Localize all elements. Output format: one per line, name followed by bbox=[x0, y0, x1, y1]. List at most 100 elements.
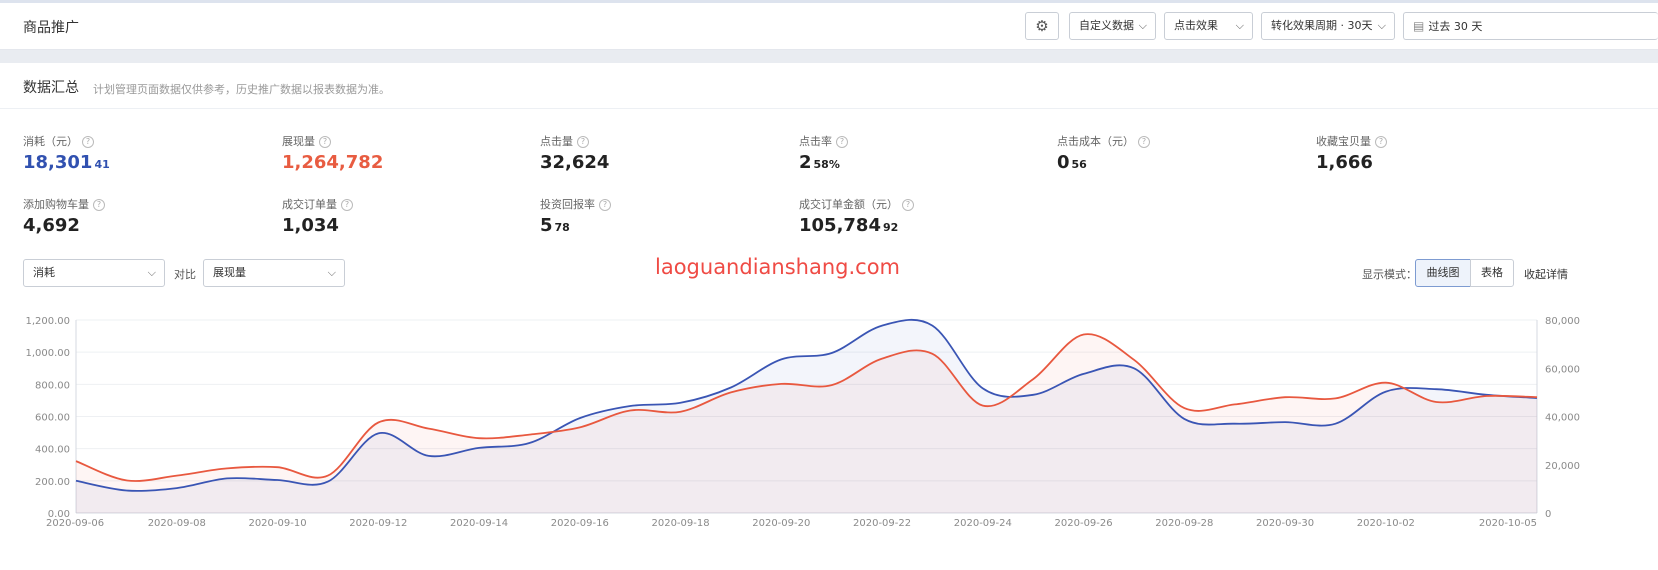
help-icon[interactable]: ? bbox=[341, 199, 353, 211]
metric-card: 消耗（元）? 18,301 41 bbox=[23, 133, 110, 173]
metric-label: 点击成本（元）? bbox=[1057, 133, 1150, 149]
mode-table-button[interactable]: 表格 bbox=[1470, 259, 1514, 287]
y-left-tick-label: 800.00 bbox=[35, 380, 70, 391]
metric-label-text: 展现量 bbox=[282, 135, 315, 148]
trend-chart: 0.00200.00400.00600.00800.001,000.001,20… bbox=[25, 316, 1580, 529]
conversion-cycle-dropdown[interactable]: 转化效果周期 · 30天 ⌵ bbox=[1261, 12, 1395, 40]
metric-value: 5 78 bbox=[540, 215, 611, 236]
help-icon[interactable]: ? bbox=[836, 136, 848, 148]
metric-value: 1,034 bbox=[282, 215, 353, 236]
x-tick-label: 2020-09-08 bbox=[148, 518, 206, 529]
x-tick-label: 2020-10-05 bbox=[1479, 518, 1537, 529]
primary-metric-label: 消耗 bbox=[33, 266, 55, 279]
help-icon[interactable]: ? bbox=[599, 199, 611, 211]
y-right-tick-label: 40,000 bbox=[1545, 413, 1580, 424]
y-left-tick-label: 400.00 bbox=[35, 445, 70, 456]
y-left-tick-label: 1,200.00 bbox=[25, 316, 70, 327]
metric-label: 点击量? bbox=[540, 133, 611, 149]
y-right-tick-label: 20,000 bbox=[1545, 461, 1580, 472]
x-tick-label: 2020-09-30 bbox=[1256, 518, 1314, 529]
display-mode-label: 显示模式： bbox=[1362, 268, 1417, 281]
compare-label: 对比 bbox=[174, 268, 196, 281]
help-icon[interactable]: ? bbox=[82, 136, 94, 148]
x-tick-label: 2020-09-28 bbox=[1155, 518, 1213, 529]
metric-label-text: 点击量 bbox=[540, 135, 573, 148]
x-tick-label: 2020-09-06 bbox=[46, 518, 104, 529]
date-range-picker[interactable]: ▤ 过去 30 天 bbox=[1403, 12, 1658, 40]
metric-label-text: 成交订单金额（元） bbox=[799, 198, 898, 211]
metric-value-int: 2 bbox=[799, 152, 812, 173]
help-icon[interactable]: ? bbox=[93, 199, 105, 211]
primary-metric-select[interactable]: 消耗 ⌵ bbox=[23, 259, 165, 287]
x-tick-label: 2020-09-24 bbox=[954, 518, 1012, 529]
custom-data-label: 自定义数据 bbox=[1079, 19, 1134, 32]
x-tick-label: 2020-09-16 bbox=[551, 518, 609, 529]
click-effect-dropdown[interactable]: 点击效果 ⌵ bbox=[1164, 12, 1253, 40]
custom-data-dropdown[interactable]: 自定义数据 ⌵ bbox=[1069, 12, 1156, 40]
data-summary-panel: 数据汇总 计划管理页面数据仅供参考，历史推广数据以报表数据为准。 消耗（元）? 1… bbox=[0, 63, 1658, 570]
metric-value-int: 0 bbox=[1057, 152, 1070, 173]
chevron-down-icon: ⌵ bbox=[1377, 19, 1386, 32]
metric-label-text: 收藏宝贝量 bbox=[1316, 135, 1371, 148]
x-tick-label: 2020-09-14 bbox=[450, 518, 508, 529]
conversion-cycle-label: 转化效果周期 · 30天 bbox=[1271, 19, 1373, 32]
metric-label-text: 成交订单量 bbox=[282, 198, 337, 211]
metric-card: 收藏宝贝量? 1,666 bbox=[1316, 133, 1387, 173]
metric-card: 添加购物车量? 4,692 bbox=[23, 196, 105, 236]
metric-value: 1,666 bbox=[1316, 152, 1387, 173]
metric-label: 展现量? bbox=[282, 133, 385, 149]
gear-icon: ⚙ bbox=[1035, 17, 1049, 35]
chevron-down-icon: ⌵ bbox=[1138, 19, 1147, 32]
divider bbox=[0, 108, 1658, 109]
y-left-tick-label: 200.00 bbox=[35, 477, 70, 488]
x-tick-label: 2020-09-20 bbox=[752, 518, 810, 529]
metric-value-dec: 92 bbox=[882, 221, 899, 234]
metric-value-int: 1,034 bbox=[282, 215, 339, 236]
summary-title: 数据汇总 bbox=[23, 80, 79, 96]
mode-curve-button[interactable]: 曲线图 bbox=[1415, 259, 1471, 287]
metric-card: 成交订单量? 1,034 bbox=[282, 196, 353, 236]
metric-card: 点击率? 2 58% bbox=[799, 133, 848, 173]
chevron-down-icon: ⌵ bbox=[147, 266, 156, 279]
metric-value: 0 56 bbox=[1057, 152, 1150, 173]
metric-value-int: 1,666 bbox=[1316, 152, 1373, 173]
help-icon[interactable]: ? bbox=[902, 199, 914, 211]
x-tick-label: 2020-09-10 bbox=[248, 518, 306, 529]
metric-value: 4,692 bbox=[23, 215, 105, 236]
click-effect-label: 点击效果 bbox=[1174, 19, 1218, 32]
settings-button[interactable]: ⚙ bbox=[1025, 12, 1059, 40]
metric-card: 成交订单金额（元）? 105,784 92 bbox=[799, 196, 914, 236]
y-right-tick-label: 80,000 bbox=[1545, 316, 1580, 327]
metric-card: 展现量? 1,264,782 bbox=[282, 133, 385, 173]
y-right-tick-label: 60,000 bbox=[1545, 364, 1580, 375]
compare-metric-select[interactable]: 展现量 ⌵ bbox=[203, 259, 345, 287]
help-icon[interactable]: ? bbox=[577, 136, 589, 148]
metric-value-int: 18,301 bbox=[23, 152, 93, 173]
metric-value: 105,784 92 bbox=[799, 215, 914, 236]
metric-label-text: 投资回报率 bbox=[540, 198, 595, 211]
metric-value: 2 58% bbox=[799, 152, 848, 173]
y-left-tick-label: 1,000.00 bbox=[25, 348, 70, 359]
metric-value: 1,264,782 bbox=[282, 152, 385, 173]
x-tick-label: 2020-09-12 bbox=[349, 518, 407, 529]
metric-label: 收藏宝贝量? bbox=[1316, 133, 1387, 149]
metric-value-dec: 78 bbox=[554, 221, 570, 234]
help-icon[interactable]: ? bbox=[1375, 136, 1387, 148]
metric-value-int: 105,784 bbox=[799, 215, 881, 236]
metric-card: 点击量? 32,624 bbox=[540, 133, 611, 173]
metric-value-int: 5 bbox=[540, 215, 553, 236]
x-tick-label: 2020-09-18 bbox=[651, 518, 709, 529]
x-tick-label: 2020-09-22 bbox=[853, 518, 911, 529]
metric-label: 点击率? bbox=[799, 133, 848, 149]
x-tick-label: 2020-09-26 bbox=[1055, 518, 1113, 529]
metric-value: 32,624 bbox=[540, 152, 611, 173]
help-icon[interactable]: ? bbox=[1138, 136, 1150, 148]
metric-label-text: 添加购物车量 bbox=[23, 198, 89, 211]
metric-label: 投资回报率? bbox=[540, 196, 611, 212]
calendar-icon: ▤ bbox=[1413, 19, 1425, 33]
metric-label-text: 点击率 bbox=[799, 135, 832, 148]
collapse-details-link[interactable]: 收起详情 bbox=[1524, 266, 1568, 282]
help-icon[interactable]: ? bbox=[319, 136, 331, 148]
metric-card: 投资回报率? 5 78 bbox=[540, 196, 611, 236]
metric-value: 18,301 41 bbox=[23, 152, 110, 173]
